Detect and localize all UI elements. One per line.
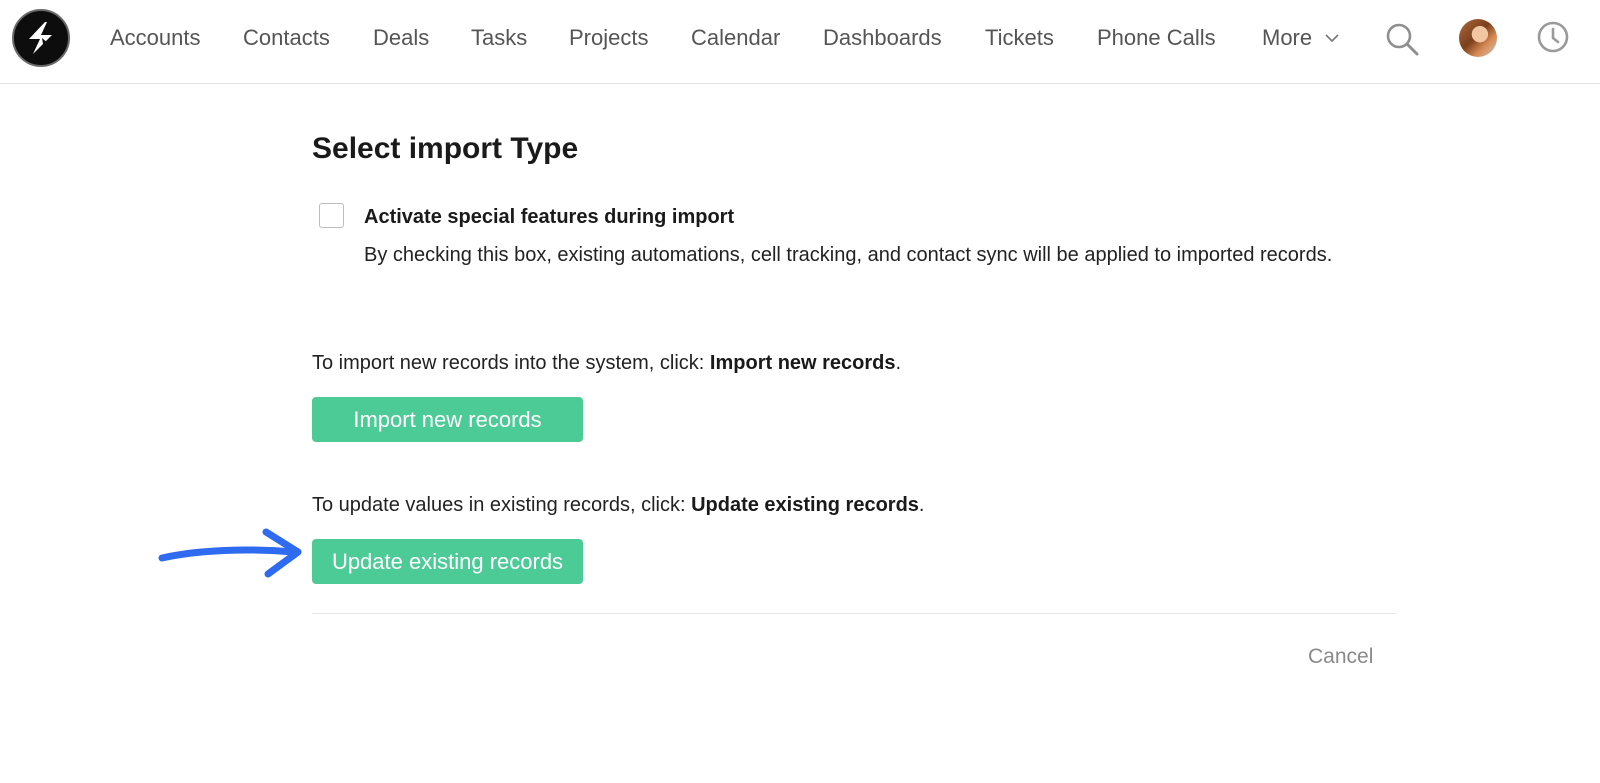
special-features-description: By checking this box, existing automatio… [364, 244, 1333, 266]
nav-item-accounts[interactable]: Accounts [110, 22, 201, 54]
import-new-instruction-period: . [895, 352, 902, 374]
nav-item-dashboards[interactable]: Dashboards [823, 22, 942, 54]
nav-item-contacts[interactable]: Contacts [243, 22, 330, 54]
nav-item-phone-calls[interactable]: Phone Calls [1097, 22, 1216, 54]
nav-item-calendar[interactable]: Calendar [691, 22, 780, 54]
special-features-checkbox[interactable] [319, 203, 344, 228]
update-existing-instruction-period: . [918, 494, 925, 516]
lightning-logo-icon[interactable] [12, 9, 70, 67]
nav-item-projects[interactable]: Projects [569, 22, 648, 54]
lightning-logo-glyph [29, 22, 52, 54]
nav-item-tickets[interactable]: Tickets [985, 22, 1054, 54]
import-new-instruction-text: To import new records into the system, c… [312, 352, 710, 374]
cancel-button[interactable]: Cancel [1308, 645, 1373, 669]
chevron-down-icon [1325, 34, 1339, 43]
user-avatar[interactable] [1459, 19, 1497, 57]
update-existing-records-button[interactable]: Update existing records [312, 539, 583, 584]
nav-item-tasks[interactable]: Tasks [471, 22, 527, 54]
update-existing-instruction: To update values in existing records, cl… [312, 494, 924, 517]
search-icon[interactable] [1383, 20, 1421, 58]
top-navigation-bar: Accounts Contacts Deals Tasks Projects C… [0, 0, 1600, 84]
footer-divider [312, 613, 1396, 614]
nav-more-label: More [1262, 25, 1313, 50]
import-new-instruction: To import new records into the system, c… [312, 352, 901, 375]
page-title: Select import Type [312, 132, 579, 165]
nav-item-deals[interactable]: Deals [373, 22, 429, 54]
annotation-arrow-icon [158, 528, 302, 578]
nav-more-menu[interactable]: More [1262, 22, 1340, 54]
special-features-label: Activate special features during import [364, 206, 735, 228]
update-existing-instruction-bold: Update existing records [691, 494, 919, 516]
clock-icon[interactable] [1536, 20, 1570, 54]
import-new-records-button[interactable]: Import new records [312, 397, 583, 442]
update-existing-instruction-text: To update values in existing records, cl… [312, 494, 692, 516]
import-new-instruction-bold: Import new records [709, 352, 896, 374]
